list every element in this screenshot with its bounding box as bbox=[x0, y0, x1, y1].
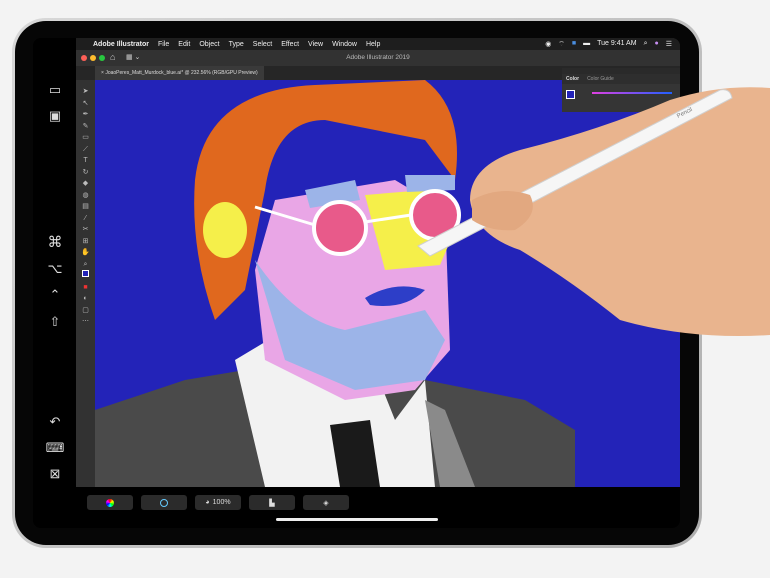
paintbrush-tool[interactable]: ⟋ bbox=[76, 144, 95, 156]
battery-icon[interactable]: ▬ bbox=[583, 40, 590, 49]
home-indicator[interactable] bbox=[276, 518, 438, 521]
dock-toggle-icon[interactable]: ▣ bbox=[45, 108, 65, 124]
search-icon[interactable]: ⌕ bbox=[644, 40, 648, 49]
color-ring-icon bbox=[160, 498, 168, 507]
disconnect-icon[interactable]: ⊠ bbox=[45, 466, 65, 482]
notification-center-icon[interactable]: ☰ bbox=[666, 40, 672, 49]
option-icon[interactable]: ⌥ bbox=[45, 261, 65, 277]
fill-stroke-swatch[interactable] bbox=[76, 270, 95, 282]
artboard-tool[interactable]: ⊞ bbox=[76, 236, 95, 248]
pen-tool[interactable]: ✒ bbox=[76, 109, 95, 121]
selection-tool[interactable]: ➤ bbox=[76, 86, 95, 98]
color-wheel-icon bbox=[106, 498, 114, 507]
align-button[interactable]: ▙ bbox=[249, 495, 295, 510]
screen-mode-icon[interactable]: ▢ bbox=[76, 305, 95, 317]
menu-view[interactable]: View bbox=[308, 41, 323, 48]
command-icon[interactable]: ⌘ bbox=[45, 235, 65, 251]
clock[interactable]: Tue 9:41 AM bbox=[597, 40, 636, 49]
shift-icon[interactable]: ⇧ bbox=[45, 314, 65, 330]
eraser-tool[interactable]: ◆ bbox=[76, 178, 95, 190]
left-lens bbox=[312, 200, 368, 256]
menu-file[interactable]: File bbox=[158, 41, 169, 48]
tools-panel: ➤ ↖ ✒ ✎ ▭ ⟋ T ↻ ◆ ◍ ▤ ⁄ ✂ ⊞ ✋ ⌕ ■ ◐ ▢ ⋯ bbox=[76, 80, 95, 487]
keyboard-icon[interactable]: ⌨ bbox=[45, 440, 65, 456]
wifi-icon[interactable]: ⌔ bbox=[558, 40, 565, 49]
blend-tool[interactable]: ✂ bbox=[76, 224, 95, 236]
menu-effect[interactable]: Effect bbox=[281, 41, 299, 48]
fill-color-swatch[interactable] bbox=[566, 90, 575, 99]
artwork-canvas[interactable] bbox=[95, 80, 680, 487]
eyedropper-tool[interactable]: ⁄ bbox=[76, 213, 95, 225]
ipad-screen: ▭ ▣ ⌘ ⌥ ⌃ ⇧ ↶ ⌨ ⊠ Adobe Illustrator File… bbox=[33, 38, 680, 528]
zoom-tool[interactable]: ⌕ bbox=[76, 259, 95, 271]
document-tab-label: JoaoPeres_Matt_Murdock_blue.ai* @ 232.56… bbox=[105, 70, 258, 76]
undo-icon[interactable]: ↶ bbox=[45, 414, 65, 430]
draw-mode-icon[interactable]: ◐ bbox=[76, 293, 95, 305]
color-panel: Color Color Guide bbox=[562, 68, 680, 112]
menu-help[interactable]: Help bbox=[366, 41, 380, 48]
menu-select[interactable]: Select bbox=[253, 41, 272, 48]
rotate-tool[interactable]: ↻ bbox=[76, 167, 95, 179]
color-tab[interactable]: Color bbox=[566, 76, 579, 82]
control-icon[interactable]: ⌃ bbox=[45, 287, 65, 303]
color-picker-button[interactable] bbox=[87, 495, 133, 510]
cc-icon[interactable]: ◉ bbox=[545, 40, 551, 49]
color-ring-button[interactable] bbox=[141, 495, 187, 510]
menu-window[interactable]: Window bbox=[332, 41, 357, 48]
sidecar-icon[interactable]: ■ bbox=[572, 40, 576, 49]
right-eyebrow bbox=[405, 175, 455, 192]
color-slider[interactable] bbox=[592, 92, 672, 94]
mac-desktop: Adobe Illustrator File Edit Object Type … bbox=[76, 38, 680, 487]
menu-edit[interactable]: Edit bbox=[178, 41, 190, 48]
menu-object[interactable]: Object bbox=[199, 41, 219, 48]
title-bar: ⌂ ▦ ⌄ Adobe Illustrator 2019 bbox=[76, 50, 680, 66]
more-tools-icon[interactable]: ⋯ bbox=[76, 316, 95, 328]
shape-builder-tool[interactable]: ◍ bbox=[76, 190, 95, 202]
portrait-illustration bbox=[95, 80, 575, 487]
rectangle-tool[interactable]: ▭ bbox=[76, 132, 95, 144]
opacity-value: 100% bbox=[212, 499, 231, 506]
hand-tool[interactable]: ✋ bbox=[76, 247, 95, 259]
ear bbox=[203, 202, 247, 258]
right-lens bbox=[409, 189, 461, 241]
curvature-tool[interactable]: ✎ bbox=[76, 121, 95, 133]
type-tool[interactable]: T bbox=[76, 155, 95, 167]
siri-icon[interactable]: ● bbox=[654, 40, 658, 49]
touch-bar: ◕ 100% ▙ ◈ bbox=[87, 495, 349, 510]
menu-type[interactable]: Type bbox=[229, 41, 244, 48]
arrange-button[interactable]: ◈ bbox=[303, 495, 349, 510]
gradient-tool[interactable]: ▤ bbox=[76, 201, 95, 213]
opacity-button[interactable]: ◕ 100% bbox=[195, 495, 241, 510]
layers-icon: ◈ bbox=[323, 499, 329, 507]
sidecar-sidebar: ▭ ▣ ⌘ ⌥ ⌃ ⇧ ↶ ⌨ ⊠ bbox=[33, 38, 76, 528]
color-guide-tab[interactable]: Color Guide bbox=[587, 76, 614, 82]
color-mode-icon[interactable]: ■ bbox=[76, 282, 95, 294]
menu-bar: Adobe Illustrator File Edit Object Type … bbox=[76, 38, 680, 50]
close-tab-icon[interactable]: × bbox=[101, 70, 104, 76]
opacity-icon: ◕ bbox=[205, 499, 210, 506]
document-tab[interactable]: × JoaoPeres_Matt_Murdock_blue.ai* @ 232.… bbox=[95, 66, 264, 80]
menubar-toggle-icon[interactable]: ▭ bbox=[45, 82, 65, 98]
app-menu[interactable]: Adobe Illustrator bbox=[93, 41, 149, 48]
direct-selection-tool[interactable]: ↖ bbox=[76, 98, 95, 110]
align-icon: ▙ bbox=[269, 499, 275, 507]
window-title: Adobe Illustrator 2019 bbox=[346, 54, 410, 61]
